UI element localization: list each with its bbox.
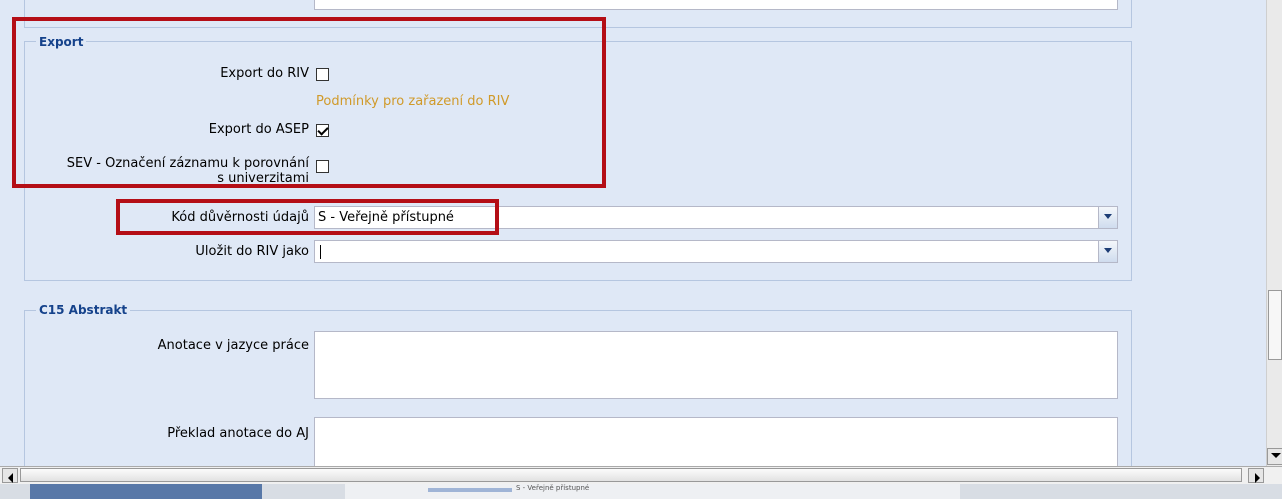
scroll-right-icon[interactable] <box>1248 468 1264 483</box>
translation-label: Překlad anotace do AJ <box>167 426 309 441</box>
scroll-down-icon[interactable] <box>1267 448 1282 465</box>
vertical-scroll-thumb[interactable] <box>1268 290 1282 360</box>
horizontal-scroll-thumb[interactable] <box>20 468 1242 482</box>
horizontal-scrollbar[interactable] <box>0 466 1282 484</box>
scroll-left-icon[interactable] <box>2 468 18 483</box>
save-riv-label: Uložit do RIV jako <box>195 244 309 259</box>
vertical-scrollbar[interactable] <box>1266 0 1282 466</box>
annotation-label: Anotace v jazyce práce <box>157 338 309 353</box>
previous-textarea[interactable] <box>314 0 1118 10</box>
background-strip-text: S - Veřejně přístupné <box>516 484 590 492</box>
translation-textarea[interactable] <box>314 417 1118 467</box>
annotation-textarea[interactable] <box>314 331 1118 399</box>
abstract-legend: C15 Abstrakt <box>36 303 131 317</box>
chevron-down-icon[interactable] <box>1098 207 1117 228</box>
background-panel-left <box>30 484 262 499</box>
text-cursor <box>320 245 321 259</box>
export-highlight-box <box>12 17 606 188</box>
save-riv-select[interactable] <box>314 240 1118 263</box>
chevron-down-icon[interactable] <box>1098 241 1117 262</box>
background-link-bar <box>428 488 512 492</box>
background-window-strip: S - Veřejně přístupné <box>0 484 1282 499</box>
confidentiality-highlight-box <box>116 199 499 235</box>
